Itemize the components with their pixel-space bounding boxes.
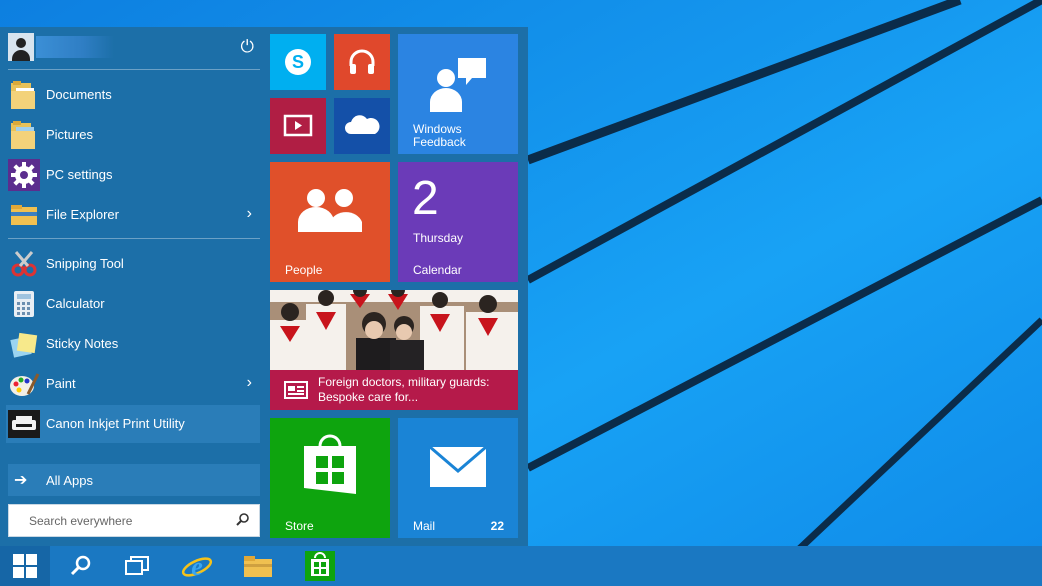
file-explorer-icon	[8, 199, 40, 231]
taskbar: e	[0, 546, 1042, 586]
search-icon[interactable]	[235, 512, 251, 528]
tile-label: Calendar	[413, 263, 462, 277]
pictures-folder-icon	[8, 119, 40, 151]
internet-explorer-icon: e	[181, 552, 213, 581]
start-item-pictures[interactable]: Pictures	[6, 116, 260, 154]
paint-icon	[8, 368, 40, 400]
start-menu-left-column: ⏻ Documents Pictures PC settings File Ex…	[0, 27, 266, 546]
store-icon	[305, 551, 335, 581]
start-item-canon-inkjet-print-utility[interactable]: Canon Inkjet Print Utility	[6, 405, 260, 443]
tile-store[interactable]: Store	[270, 418, 390, 538]
tile-label: People	[285, 263, 323, 277]
user-account-row[interactable]: ⏻	[8, 33, 260, 61]
tile-mail[interactable]: Mail 22	[398, 418, 518, 538]
user-name-redacted	[36, 36, 114, 58]
taskbar-search-button[interactable]	[56, 546, 106, 586]
news-photo	[270, 290, 518, 370]
tile-video[interactable]	[270, 98, 326, 154]
headphones-icon	[349, 49, 375, 74]
video-icon	[283, 114, 313, 137]
start-item-label: Canon Inkjet Print Utility	[46, 416, 185, 431]
svg-text:S: S	[292, 52, 304, 72]
start-item-pc-settings[interactable]: PC settings	[6, 156, 260, 194]
tile-news[interactable]: Foreign doctors, military guards: Bespok…	[270, 290, 518, 410]
all-apps-button[interactable]: ➔ All Apps	[8, 464, 260, 496]
submenu-arrow-icon[interactable]: ›	[247, 205, 252, 223]
start-item-file-explorer[interactable]: File Explorer ›	[6, 196, 260, 234]
power-icon[interactable]: ⏻	[241, 37, 254, 57]
calendar-day-number: 2	[412, 172, 439, 225]
task-view-button[interactable]	[112, 546, 162, 586]
user-avatar[interactable]	[8, 33, 34, 61]
mail-unread-badge: 22	[490, 519, 504, 533]
start-item-sticky-notes[interactable]: Sticky Notes	[6, 325, 260, 363]
all-apps-label: All Apps	[46, 473, 93, 488]
tile-calendar[interactable]: 2 Thursday Calendar	[398, 162, 518, 282]
news-icon	[284, 381, 308, 399]
documents-folder-icon	[8, 79, 40, 111]
tile-label: Mail	[413, 519, 436, 533]
svg-text:e: e	[191, 552, 203, 581]
task-view-icon	[125, 556, 149, 575]
tile-label: Windows Feedback	[413, 122, 466, 149]
snipping-tool-icon	[8, 248, 40, 280]
start-item-calculator[interactable]: Calculator	[6, 285, 260, 323]
start-item-label: Documents	[46, 87, 112, 102]
start-item-label: Paint	[46, 376, 76, 391]
arrow-right-icon: ➔	[14, 472, 28, 489]
search-box[interactable]	[8, 504, 260, 537]
file-explorer-icon	[244, 556, 272, 577]
start-item-paint[interactable]: Paint ›	[6, 365, 260, 403]
tile-label: Store	[285, 519, 314, 533]
calculator-icon	[8, 288, 40, 320]
submenu-arrow-icon[interactable]: ›	[247, 374, 252, 392]
taskbar-store[interactable]	[295, 546, 345, 586]
start-item-label: PC settings	[46, 167, 113, 182]
start-item-label: Snipping Tool	[46, 256, 124, 271]
skype-icon: S	[285, 49, 311, 75]
people-icon	[298, 189, 362, 232]
start-item-snipping-tool[interactable]: Snipping Tool	[6, 245, 260, 283]
divider	[8, 69, 260, 70]
feedback-person-icon	[430, 58, 486, 112]
tile-music[interactable]	[334, 34, 390, 90]
tile-onedrive[interactable]	[334, 98, 390, 154]
taskbar-file-explorer[interactable]	[233, 546, 283, 586]
mail-envelope-icon	[429, 445, 487, 487]
settings-gear-icon	[8, 159, 40, 191]
start-menu: ⏻ Documents Pictures PC settings File Ex…	[0, 27, 528, 546]
windows-start-icon	[13, 554, 37, 578]
store-bag-icon	[304, 434, 356, 494]
news-headline-band: Foreign doctors, military guards: Bespok…	[270, 370, 518, 410]
taskbar-internet-explorer[interactable]: e	[172, 546, 222, 586]
tile-skype[interactable]: S	[270, 34, 326, 90]
divider	[8, 238, 260, 239]
search-icon	[70, 555, 91, 576]
start-item-documents[interactable]: Documents	[6, 76, 260, 114]
start-item-label: File Explorer	[46, 207, 119, 222]
onedrive-cloud-icon	[345, 115, 380, 134]
start-item-label: Calculator	[46, 296, 105, 311]
printer-icon	[8, 408, 40, 440]
calendar-weekday: Thursday	[413, 231, 464, 245]
tile-windows-feedback[interactable]: Windows Feedback	[398, 34, 518, 154]
news-headline: Foreign doctors, military guards: Bespok…	[318, 375, 490, 404]
start-button[interactable]	[0, 546, 50, 586]
start-item-label: Sticky Notes	[46, 336, 119, 351]
start-item-label: Pictures	[46, 127, 93, 142]
sticky-notes-icon	[8, 328, 40, 360]
tile-people[interactable]: People	[270, 162, 390, 282]
search-input[interactable]	[9, 505, 229, 536]
